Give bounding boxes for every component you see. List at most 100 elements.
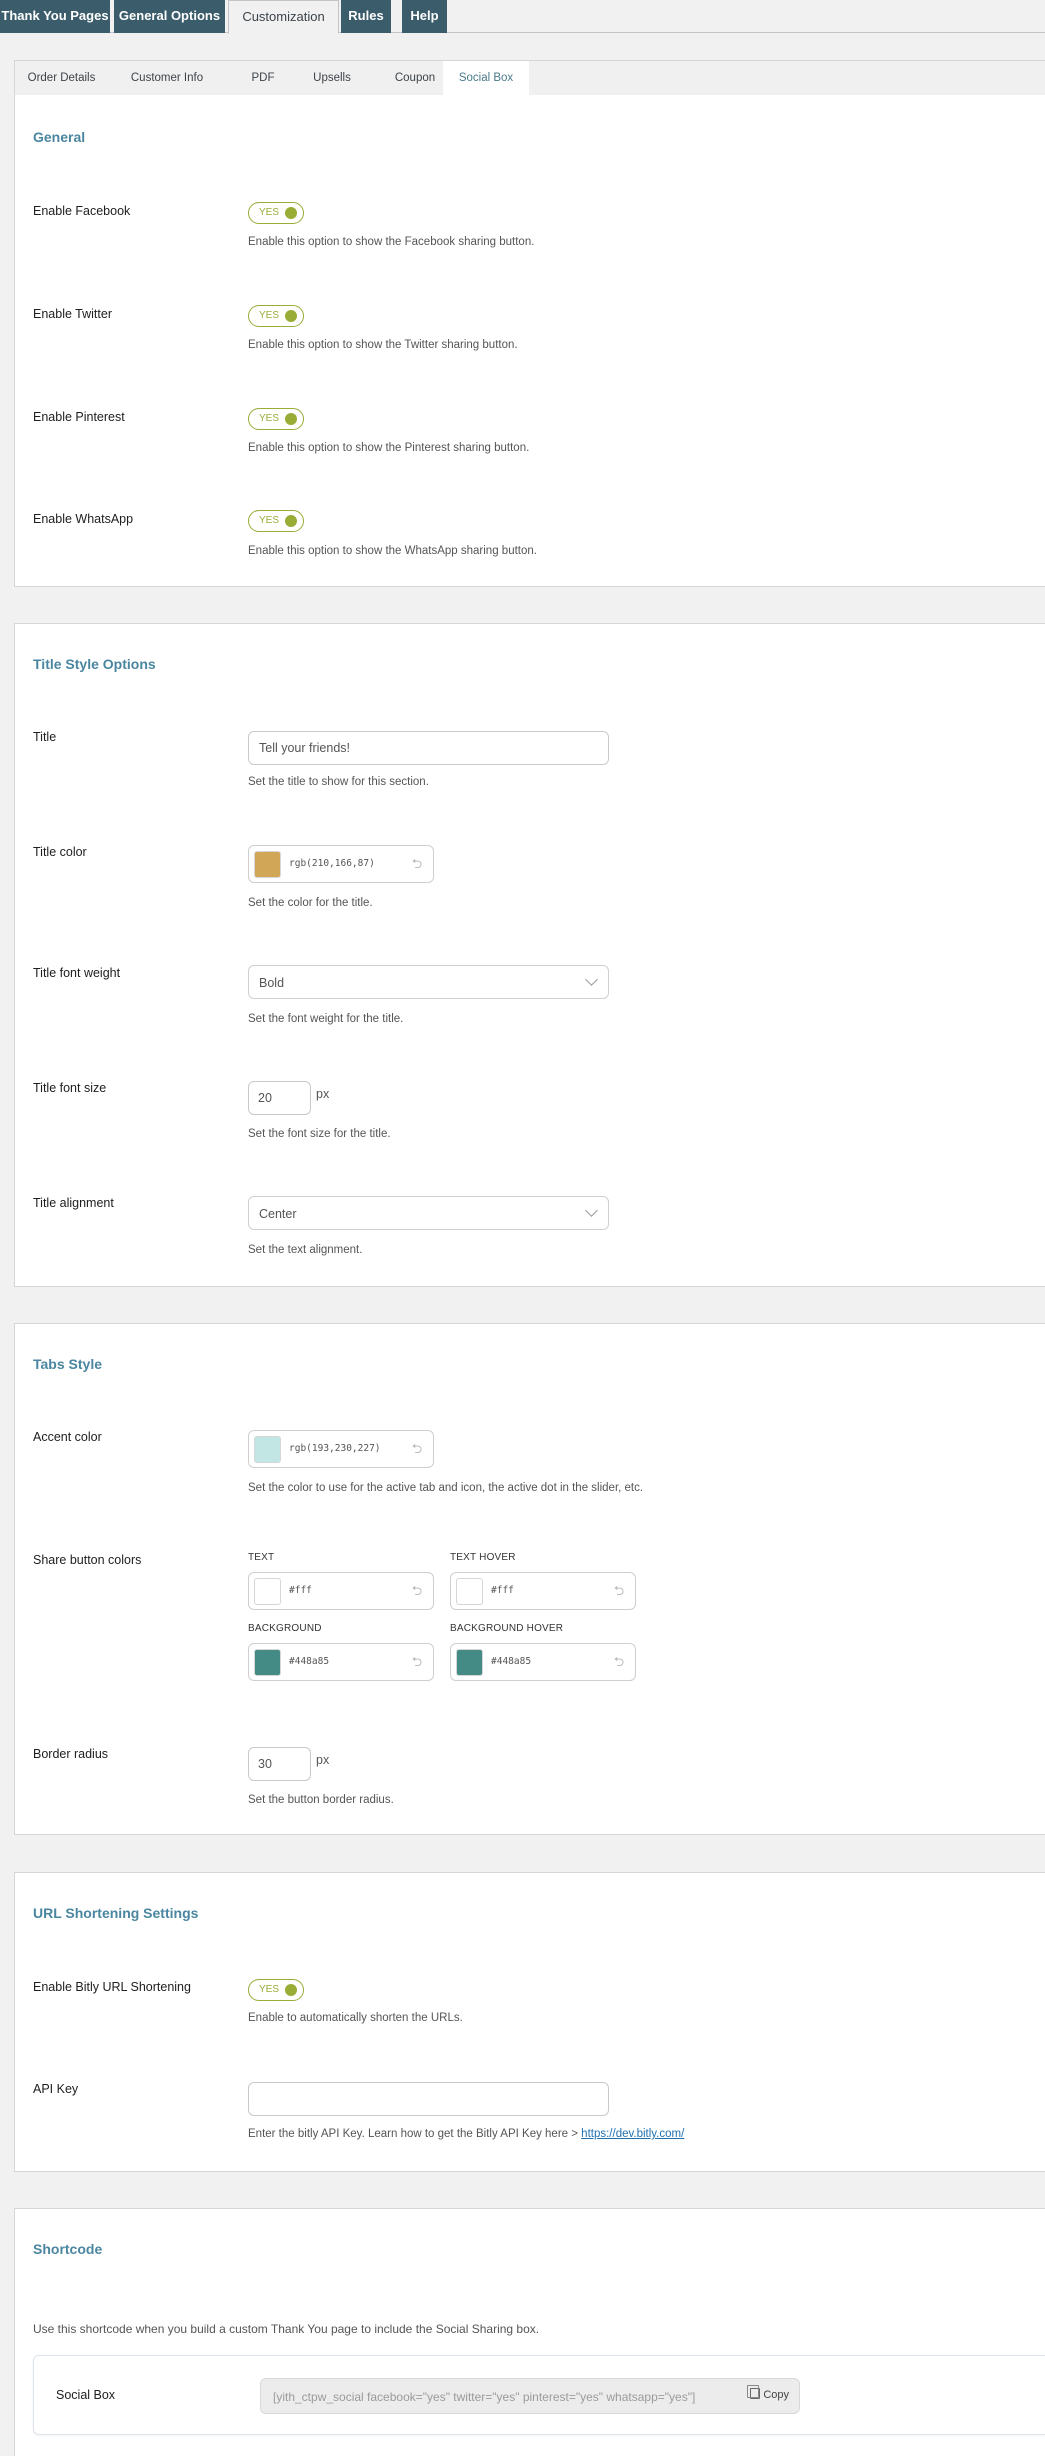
general-panel: Order Details Customer Info PDF Upsells … [14, 60, 1045, 587]
text-hover-color-picker[interactable]: #fff ⮌ [450, 1572, 636, 1610]
section-title-url-shortening: URL Shortening Settings [33, 1905, 199, 1921]
toggle-whatsapp[interactable]: YES [248, 510, 304, 532]
title-input[interactable] [248, 731, 609, 765]
bitly-docs-link[interactable]: https://dev.bitly.com/ [581, 2128, 684, 2140]
color-swatch[interactable] [456, 1649, 483, 1676]
color-value: rgb(210,166,87) [289, 858, 375, 869]
label-title-font-weight: Title font weight [33, 966, 121, 980]
label-enable-facebook: Enable Facebook [33, 204, 131, 218]
desc-twitter: Enable this option to show the Twitter s… [248, 339, 518, 351]
section-title-shortcode: Shortcode [33, 2241, 103, 2257]
label-background-hover-color: BACKGROUND HOVER [450, 1623, 564, 1634]
toggle-state: YES [259, 413, 280, 424]
section-title-general: General [33, 129, 86, 145]
desc-font-weight: Set the font weight for the title. [248, 1013, 404, 1025]
label-border-radius: Border radius [33, 1747, 109, 1761]
toggle-dot [285, 515, 297, 527]
color-value: #fff [289, 1585, 312, 1596]
border-radius-input[interactable] [248, 1747, 311, 1781]
color-swatch[interactable] [254, 1436, 281, 1463]
tab-rules[interactable]: Rules [341, 0, 391, 33]
desc-pinterest: Enable this option to show the Pinterest… [248, 442, 530, 454]
desc-facebook: Enable this option to show the Facebook … [248, 236, 535, 248]
tab-customization[interactable]: Customization [228, 0, 339, 34]
label-text-color: TEXT [248, 1552, 275, 1563]
reset-icon[interactable]: ⮌ [409, 1654, 425, 1670]
toggle-state: YES [259, 207, 280, 218]
desc-alignment: Set the text alignment. [248, 1244, 363, 1256]
api-key-input[interactable] [248, 2082, 609, 2116]
shortcode-value: [yith_ctpw_social facebook="yes" twitter… [273, 2390, 696, 2404]
background-hover-color-picker[interactable]: #448a85 ⮌ [450, 1643, 636, 1681]
desc-title: Set the title to show for this section. [248, 776, 429, 788]
label-background-color: BACKGROUND [248, 1623, 322, 1634]
accent-color-picker[interactable]: rgb(193,230,227) ⮌ [248, 1430, 434, 1468]
alignment-select[interactable]: Center [248, 1196, 609, 1230]
label-api-key: API Key [33, 2082, 79, 2096]
copy-button[interactable]: Copy [747, 2385, 789, 2401]
url-shortening-panel: URL Shortening Settings Enable Bitly URL… [14, 1872, 1045, 2172]
subtab-order-details[interactable]: Order Details [15, 61, 108, 95]
label-enable-twitter: Enable Twitter [33, 307, 112, 321]
tab-help[interactable]: Help [402, 0, 447, 33]
color-swatch[interactable] [254, 1649, 281, 1676]
toggle-dot [285, 310, 297, 322]
desc-title-color: Set the color for the title. [248, 897, 373, 909]
label-accent-color: Accent color [33, 1430, 102, 1444]
desc-font-size: Set the font size for the title. [248, 1128, 391, 1140]
desc-bitly: Enable to automatically shorten the URLs… [248, 2012, 463, 2024]
label-enable-bitly: Enable Bitly URL Shortening [33, 1980, 191, 1994]
color-value: #fff [491, 1585, 514, 1596]
title-style-panel: Title Style Options Title Set the title … [14, 623, 1045, 1287]
toggle-dot [285, 1984, 297, 1996]
toggle-bitly[interactable]: YES [248, 1979, 304, 2001]
section-title-tabs-style: Tabs Style [33, 1356, 102, 1372]
reset-icon[interactable]: ⮌ [611, 1583, 627, 1599]
label-title-color: Title color [33, 845, 87, 859]
tab-general-options[interactable]: General Options [114, 0, 225, 33]
subtab-upsells[interactable]: Upsells [295, 61, 369, 95]
subtab-customer-info[interactable]: Customer Info [118, 61, 216, 95]
tab-thank-you-pages[interactable]: Thank You Pages [0, 0, 110, 33]
shortcode-field[interactable]: [yith_ctpw_social facebook="yes" twitter… [260, 2378, 800, 2414]
tabs-style-panel: Tabs Style Accent color rgb(193,230,227)… [14, 1323, 1045, 1835]
unit-label: px [316, 1087, 330, 1101]
shortcode-panel: Shortcode Use this shortcode when you bu… [14, 2208, 1045, 2456]
desc-api-key: Enter the bitly API Key. Learn how to ge… [248, 2128, 684, 2140]
desc-whatsapp: Enable this option to show the WhatsApp … [248, 545, 537, 557]
reset-icon[interactable]: ⮌ [409, 1583, 425, 1599]
text-color-picker[interactable]: #fff ⮌ [248, 1572, 434, 1610]
subtab-pdf[interactable]: PDF [235, 61, 291, 95]
color-swatch[interactable] [254, 1578, 281, 1605]
toggle-facebook[interactable]: YES [248, 202, 304, 224]
top-tab-bar: Thank You Pages General Options Customiz… [0, 0, 1045, 34]
toggle-dot [285, 413, 297, 425]
background-color-picker[interactable]: #448a85 ⮌ [248, 1643, 434, 1681]
title-color-picker[interactable]: rgb(210,166,87) ⮌ [248, 845, 434, 883]
shortcode-box: Social Box [yith_ctpw_social facebook="y… [33, 2355, 1045, 2435]
toggle-dot [285, 207, 297, 219]
color-swatch[interactable] [456, 1578, 483, 1605]
reset-icon[interactable]: ⮌ [409, 1441, 425, 1457]
font-weight-select[interactable]: Bold [248, 965, 609, 999]
desc-border-radius: Set the button border radius. [248, 1794, 394, 1806]
section-title-title-style: Title Style Options [33, 656, 156, 672]
font-size-input[interactable] [248, 1081, 311, 1115]
chevron-down-icon [585, 973, 598, 986]
subtab-social-box[interactable]: Social Box [443, 61, 529, 95]
label-title: Title [33, 730, 57, 744]
label-enable-whatsapp: Enable WhatsApp [33, 512, 134, 526]
toggle-twitter[interactable]: YES [248, 305, 304, 327]
label-share-button-colors: Share button colors [33, 1553, 142, 1567]
unit-label: px [316, 1753, 330, 1767]
shortcode-description: Use this shortcode when you build a cust… [33, 2322, 540, 2336]
reset-icon[interactable]: ⮌ [409, 856, 425, 872]
sub-tab-bar: Order Details Customer Info PDF Upsells … [15, 61, 1045, 95]
color-swatch[interactable] [254, 851, 281, 878]
toggle-state: YES [259, 1984, 280, 1995]
select-value: Center [259, 1207, 297, 1221]
reset-icon[interactable]: ⮌ [611, 1654, 627, 1670]
toggle-pinterest[interactable]: YES [248, 408, 304, 430]
select-value: Bold [259, 976, 285, 990]
label-text-hover-color: TEXT HOVER [450, 1552, 516, 1563]
